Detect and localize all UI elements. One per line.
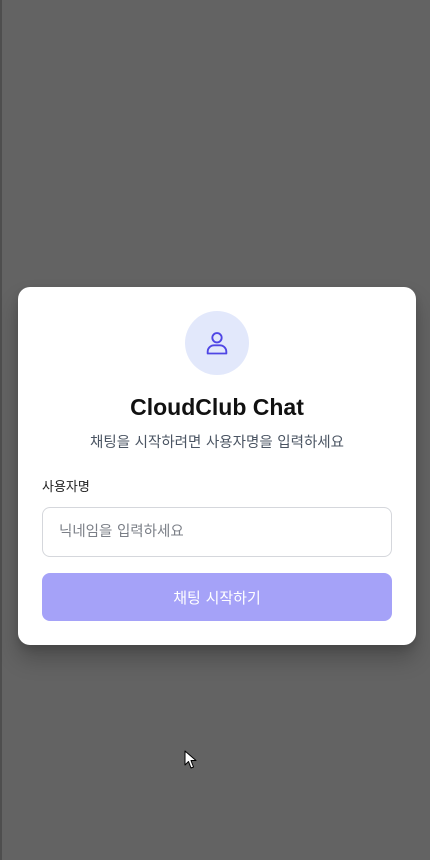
- login-subtitle: 채팅을 시작하려면 사용자명을 입력하세요: [90, 435, 344, 451]
- app-title: CloudClub Chat: [130, 394, 304, 420]
- username-label: 사용자명: [42, 480, 90, 495]
- backdrop-edge: [0, 0, 2, 860]
- user-icon: [206, 332, 228, 355]
- login-modal: CloudClub Chat 채팅을 시작하려면 사용자명을 입력하세요 사용자…: [18, 287, 416, 645]
- start-chat-button[interactable]: 채팅 시작하기: [42, 573, 392, 621]
- username-input[interactable]: [42, 507, 392, 557]
- mouse-cursor-icon: [184, 750, 197, 769]
- avatar: [185, 311, 249, 375]
